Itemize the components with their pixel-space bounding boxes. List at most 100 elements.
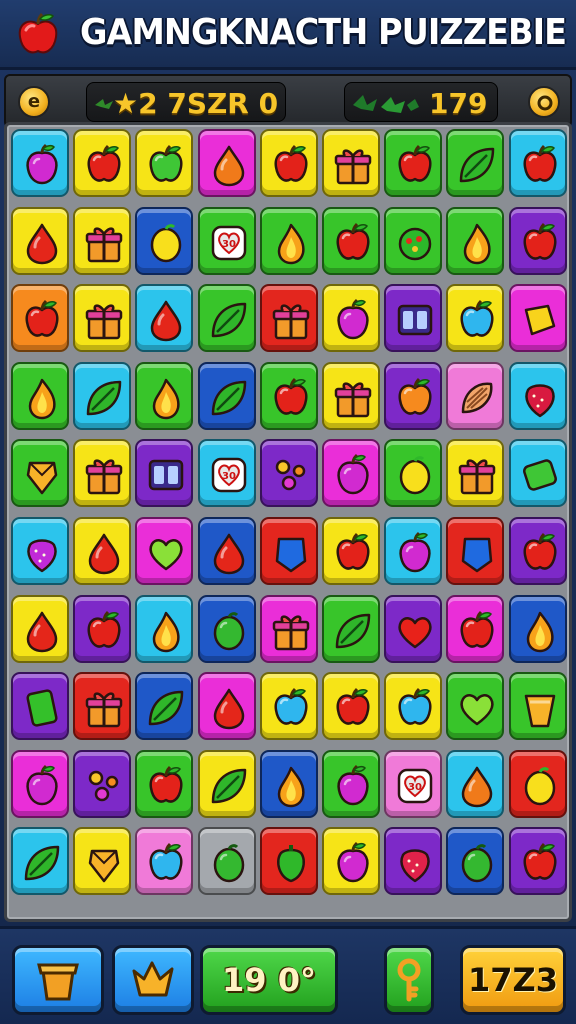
game-tile[interactable]	[446, 361, 505, 430]
game-tile[interactable]	[73, 672, 132, 741]
game-tile[interactable]	[11, 129, 69, 197]
game-tile[interactable]	[508, 439, 567, 508]
game-tile[interactable]	[135, 361, 194, 430]
game-tile[interactable]	[135, 517, 194, 585]
game-tile[interactable]	[508, 361, 567, 430]
game-tile[interactable]	[11, 594, 69, 663]
game-tile[interactable]	[11, 517, 69, 585]
game-tile[interactable]	[508, 672, 567, 741]
game-tile[interactable]	[384, 827, 443, 896]
game-tile[interactable]	[73, 749, 132, 818]
game-tile[interactable]: 30	[384, 749, 443, 818]
game-tile[interactable]	[11, 439, 69, 508]
game-tile[interactable]	[446, 827, 505, 896]
game-tile[interactable]	[508, 594, 567, 663]
game-tile[interactable]	[384, 517, 443, 585]
game-tile[interactable]	[446, 672, 505, 741]
game-tile[interactable]	[11, 206, 69, 275]
game-tile[interactable]	[508, 517, 567, 585]
key-button[interactable]	[384, 945, 434, 1015]
game-tile[interactable]	[197, 284, 256, 353]
game-tile[interactable]	[197, 129, 256, 197]
game-tile[interactable]	[446, 206, 505, 275]
game-tile[interactable]	[384, 672, 443, 741]
game-tile[interactable]	[446, 129, 505, 197]
game-tile[interactable]	[259, 284, 318, 353]
game-tile[interactable]	[73, 517, 132, 585]
game-tile[interactable]	[135, 594, 194, 663]
game-tile[interactable]	[73, 129, 132, 197]
game-tile[interactable]	[322, 206, 380, 275]
game-tile[interactable]	[322, 129, 380, 197]
game-tile[interactable]	[73, 284, 132, 353]
game-tile[interactable]	[322, 672, 380, 741]
game-tile[interactable]	[11, 827, 69, 896]
game-tile[interactable]	[384, 361, 443, 430]
game-tile[interactable]	[73, 439, 132, 508]
game-tile[interactable]	[322, 749, 380, 818]
game-tile[interactable]	[259, 439, 318, 508]
game-tile[interactable]	[135, 206, 194, 275]
game-tile[interactable]	[135, 129, 194, 197]
game-tile[interactable]	[384, 206, 443, 275]
game-tile[interactable]	[259, 206, 318, 275]
game-tile[interactable]	[11, 672, 69, 741]
game-tile[interactable]	[11, 284, 69, 353]
game-tile[interactable]	[197, 594, 256, 663]
crown-button[interactable]	[112, 945, 194, 1015]
game-tile[interactable]	[259, 594, 318, 663]
game-tile[interactable]	[259, 129, 318, 197]
game-tile[interactable]	[322, 594, 380, 663]
game-tile[interactable]	[197, 827, 256, 896]
gift-icon	[272, 304, 310, 340]
game-tile[interactable]	[259, 672, 318, 741]
game-tile[interactable]	[73, 594, 132, 663]
leaf-icon	[149, 690, 184, 726]
game-tile[interactable]	[259, 517, 318, 585]
game-tile[interactable]	[508, 206, 567, 275]
game-tile[interactable]	[259, 827, 318, 896]
game-tile[interactable]	[73, 206, 132, 275]
game-tile[interactable]	[135, 672, 194, 741]
game-tile[interactable]	[446, 517, 505, 585]
game-tile[interactable]	[73, 361, 132, 430]
game-tile[interactable]	[384, 284, 443, 353]
game-tile[interactable]	[259, 361, 318, 430]
game-tile[interactable]	[322, 517, 380, 585]
game-tile[interactable]: 30	[197, 206, 256, 275]
game-tile[interactable]: 30	[197, 439, 256, 508]
game-tile[interactable]	[197, 361, 256, 430]
game-tile[interactable]	[135, 827, 194, 896]
game-tile[interactable]	[446, 439, 505, 508]
game-tile[interactable]	[197, 672, 256, 741]
game-tile[interactable]	[508, 749, 567, 818]
game-tile[interactable]	[135, 439, 194, 508]
game-tile[interactable]	[508, 827, 567, 896]
game-tile[interactable]	[384, 594, 443, 663]
moves-button[interactable]: 17Z3	[460, 945, 566, 1015]
apple-blue-icon	[274, 688, 308, 725]
game-tile[interactable]	[384, 439, 443, 508]
crate-button[interactable]	[12, 945, 104, 1015]
game-tile[interactable]	[197, 517, 256, 585]
game-tile[interactable]	[384, 129, 443, 197]
game-tile[interactable]	[322, 827, 380, 896]
game-tile[interactable]	[322, 439, 380, 508]
game-tile[interactable]	[11, 361, 69, 430]
game-tile[interactable]	[197, 749, 256, 818]
game-tile[interactable]	[135, 749, 194, 818]
game-tile[interactable]	[73, 827, 132, 896]
game-tile[interactable]	[446, 284, 505, 353]
target-coin-icon[interactable]	[528, 86, 560, 118]
game-tile[interactable]	[322, 361, 380, 430]
game-tile[interactable]	[508, 129, 567, 197]
coin-icon[interactable]: e	[18, 86, 50, 118]
game-tile[interactable]	[322, 284, 380, 353]
game-tile[interactable]	[11, 749, 69, 818]
game-tile[interactable]	[259, 749, 318, 818]
game-tile[interactable]	[446, 594, 505, 663]
game-tile[interactable]	[508, 284, 567, 353]
game-tile[interactable]	[135, 284, 194, 353]
score-button[interactable]: 19 0°	[200, 945, 338, 1015]
game-tile[interactable]	[446, 749, 505, 818]
